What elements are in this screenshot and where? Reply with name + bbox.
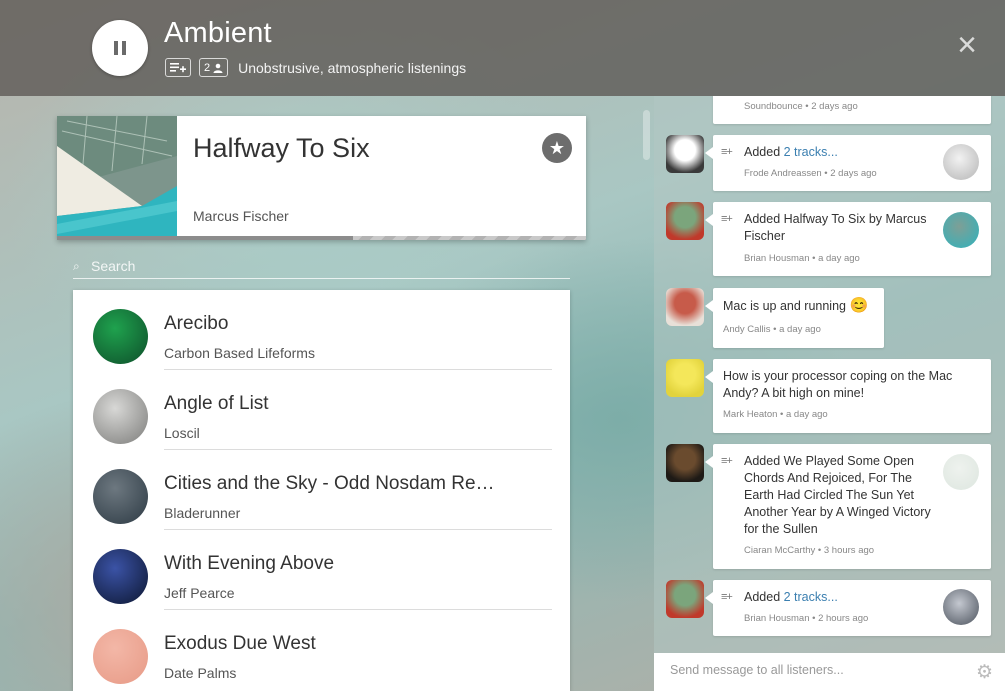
room-description: Unobstrusive, atmospheric listenings: [238, 59, 467, 76]
search-input[interactable]: [91, 258, 561, 274]
feed-meta: Frode Andreassen • 2 days ago: [744, 168, 877, 179]
now-playing-card: Halfway To Six Marcus Fischer ★: [57, 116, 586, 240]
feed-item: How is your processor coping on the Mac …: [705, 359, 991, 433]
track-title: Angle of List: [164, 393, 269, 414]
feed-text: Added Halfway To Six by Marcus Fischer: [744, 212, 927, 243]
tracks-link[interactable]: 2 tracks...: [784, 145, 838, 159]
feed-text: Added: [744, 590, 784, 604]
listeners-count: 2: [204, 61, 211, 74]
avatar[interactable]: [666, 359, 704, 397]
track-thumbnail[interactable]: [943, 144, 979, 180]
feed-item: ≡+ Added Halfway To Six by Marcus Fische…: [705, 202, 991, 276]
queue-add-icon: ≡+: [721, 213, 733, 225]
track-title: Arecibo: [164, 313, 229, 334]
track-artist: Bladerunner: [164, 505, 241, 521]
queue-add-icon: ≡+: [721, 146, 733, 158]
track-artist: Loscil: [164, 425, 200, 441]
feed-item: Soundbounce • 2 days ago: [713, 96, 991, 124]
feed-meta: Brian Housman • 2 hours ago: [744, 613, 869, 624]
gear-icon[interactable]: ⚙: [976, 661, 993, 684]
album-art: [57, 116, 177, 236]
track-thumbnail: [93, 389, 148, 444]
now-playing-artist: Marcus Fischer: [193, 208, 289, 224]
track-thumbnail: [93, 629, 148, 684]
list-item[interactable]: Arecibo Carbon Based Lifeforms: [73, 290, 570, 370]
feed-meta: Brian Housman • a day ago: [744, 253, 860, 264]
feed-item: ≡+ Added We Played Some Open Chords And …: [705, 444, 991, 569]
avatar[interactable]: [666, 135, 704, 173]
room-title: Ambient: [164, 17, 272, 49]
list-item[interactable]: Cities and the Sky - Odd Nosdam Re… Blad…: [73, 450, 570, 530]
track-title: Cities and the Sky - Odd Nosdam Re…: [164, 473, 495, 494]
track-artist: Jeff Pearce: [164, 585, 235, 601]
search-icon: ⌕: [73, 258, 80, 273]
queue-add-icon: [170, 63, 186, 73]
track-thumbnail[interactable]: [943, 589, 979, 625]
track-list: Arecibo Carbon Based Lifeforms Angle of …: [73, 290, 570, 691]
feed-meta: Soundbounce • 2 days ago: [744, 101, 858, 112]
feed-text: How is your processor coping on the Mac …: [723, 369, 953, 400]
smile-emoji: 😊: [849, 297, 869, 314]
progress-bar[interactable]: [57, 236, 586, 240]
progress-fill: [57, 236, 354, 240]
feed-item: ≡+ Added 2 tracks... Frode Andreassen • …: [705, 135, 991, 191]
list-item[interactable]: With Evening Above Jeff Pearce: [73, 530, 570, 610]
tracks-link[interactable]: 2 tracks...: [784, 590, 838, 604]
activity-feed: Soundbounce • 2 days ago ≡+ Added 2 trac…: [654, 96, 1005, 691]
avatar[interactable]: [666, 288, 704, 326]
queue-add-icon: ≡+: [721, 455, 733, 467]
pause-icon: [114, 41, 126, 55]
feed-text: Added We Played Some Open Chords And Rej…: [744, 454, 931, 536]
room-header: Ambient 2 Unobstrusive, atmospheric list…: [0, 0, 1005, 96]
listeners-badge[interactable]: 2: [199, 58, 229, 77]
avatar[interactable]: [666, 444, 704, 482]
feed-item: Mac is up and running 😊 Andy Callis • a …: [705, 288, 884, 348]
feed-meta: Mark Heaton • a day ago: [723, 409, 828, 420]
feed-text: Added: [744, 145, 784, 159]
star-icon: ★: [548, 138, 566, 158]
close-button[interactable]: ×: [952, 28, 982, 62]
room-meta: 2 Unobstrusive, atmospheric listenings: [165, 58, 466, 77]
track-artist: Carbon Based Lifeforms: [164, 345, 315, 361]
pause-button[interactable]: [92, 20, 148, 76]
message-bar: ⚙: [654, 653, 1005, 691]
list-item[interactable]: Angle of List Loscil: [73, 370, 570, 450]
person-icon: [213, 63, 223, 73]
track-title: Exodus Due West: [164, 633, 316, 654]
track-artist: Date Palms: [164, 665, 237, 681]
track-thumbnail: [93, 549, 148, 604]
list-item[interactable]: Exodus Due West Date Palms: [73, 610, 570, 690]
feed-text: Mac is up and running: [723, 299, 846, 313]
avatar[interactable]: [666, 580, 704, 618]
feed-item: ≡+ Added 2 tracks... Brian Housman • 2 h…: [705, 580, 991, 636]
add-to-queue-button[interactable]: [165, 58, 191, 77]
close-icon: ×: [957, 26, 977, 64]
track-thumbnail: [93, 469, 148, 524]
feed-meta: Ciaran McCarthy • 3 hours ago: [744, 545, 875, 556]
feed-meta: Andy Callis • a day ago: [723, 324, 821, 335]
favorite-button[interactable]: ★: [542, 133, 572, 163]
message-input[interactable]: [670, 663, 970, 677]
track-thumbnail: [93, 309, 148, 364]
scrollbar[interactable]: [643, 110, 650, 160]
now-playing-title: Halfway To Six: [193, 133, 370, 163]
queue-add-icon: ≡+: [721, 591, 733, 603]
avatar[interactable]: [666, 202, 704, 240]
track-thumbnail[interactable]: [943, 212, 979, 248]
search-box: ⌕: [73, 254, 570, 279]
track-title: With Evening Above: [164, 553, 335, 574]
track-thumbnail[interactable]: [943, 454, 979, 490]
